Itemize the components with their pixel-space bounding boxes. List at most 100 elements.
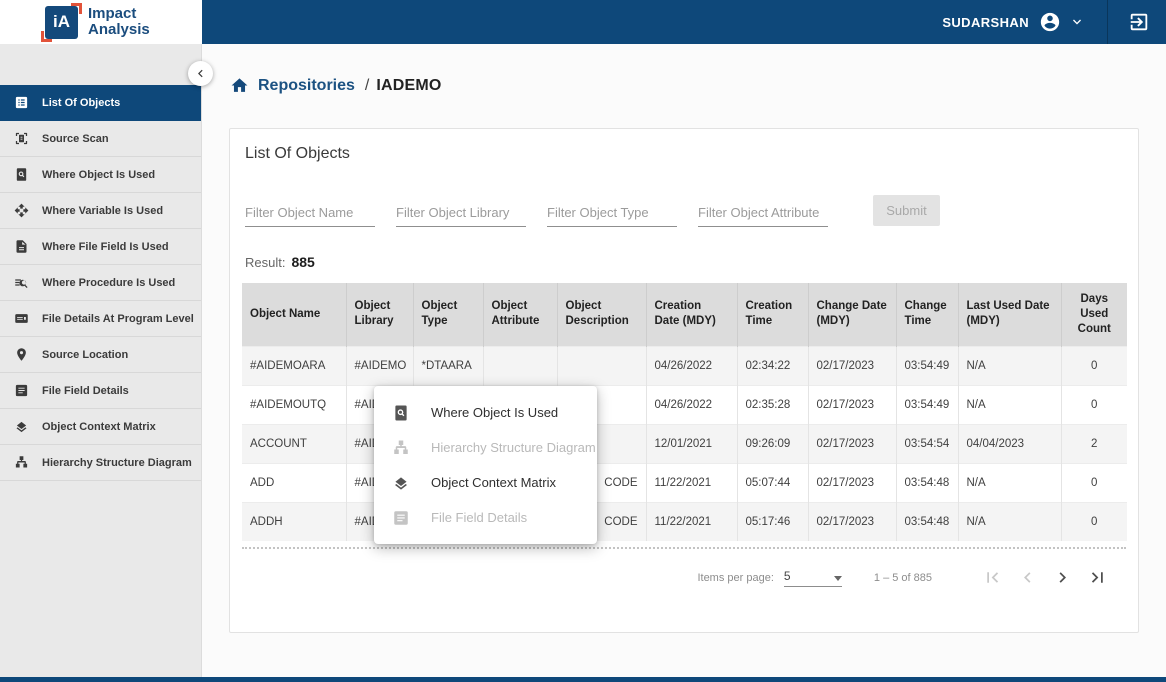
next-page-button[interactable] <box>1052 567 1073 588</box>
scan-icon <box>14 131 29 146</box>
menu-item-label: Hierarchy Structure Diagram <box>431 440 596 455</box>
table-cell: 03:54:49 <box>895 345 958 386</box>
sidebar-item-where-object-is-used[interactable]: Where Object Is Used <box>0 157 201 193</box>
sidebar-item-label: Where Variable Is Used <box>42 204 164 217</box>
sidebar-item-where-file-field-is-used[interactable]: Where File Field Is Used <box>0 229 201 265</box>
table-cell: ADDH <box>242 501 346 542</box>
table-cell: N/A <box>957 384 1061 425</box>
table-cell: N/A <box>957 345 1061 386</box>
menu-item-file-field-details: File Field Details <box>374 500 597 535</box>
sidebar-item-file-field-details[interactable]: File Field Details <box>0 373 201 409</box>
table-row[interactable]: #AIDEMOARA #AIDEMO *DTAARA 04/26/2022 02:34:… <box>242 345 1127 386</box>
location-pin-icon <box>14 347 29 362</box>
sidebar-item-where-variable-is-used[interactable]: Where Variable Is Used <box>0 193 201 229</box>
doc-search-icon <box>14 167 29 182</box>
chevron-down-icon <box>1069 14 1085 30</box>
layers-icon <box>392 474 410 492</box>
layers-icon <box>14 419 29 434</box>
user-menu[interactable]: SUDARSHAN <box>942 11 1085 33</box>
table-cell: 0 <box>1060 345 1127 386</box>
caret-down-icon <box>833 575 842 581</box>
sidebar-item-hierarchy-structure-diagram[interactable]: Hierarchy Structure Diagram <box>0 445 201 481</box>
file-icon <box>14 239 29 254</box>
table-cell: 03:54:48 <box>895 501 958 542</box>
table-cell: ADD <box>242 462 346 503</box>
impact-analysis-app: iA Impact Analysis SUDARSHAN List Of Obj… <box>0 0 1166 682</box>
sidebar-item-file-details-at-program-level[interactable]: File Details At Program Level <box>0 301 201 337</box>
sidebar-item-label: File Field Details <box>42 384 129 397</box>
previous-page-button <box>1017 567 1038 588</box>
table-cell: 2 <box>1060 423 1127 464</box>
filter-object-attribute-input[interactable] <box>698 201 828 227</box>
sidebar-item-label: Hierarchy Structure Diagram <box>42 456 192 469</box>
sidebar-item-label: Where Object Is Used <box>42 168 156 181</box>
last-page-icon <box>1087 567 1108 588</box>
sidebar-item-object-context-matrix[interactable]: Object Context Matrix <box>0 409 201 445</box>
table-cell: 02:34:22 <box>736 345 808 386</box>
filter-object-type-input[interactable] <box>547 201 677 227</box>
table-cell: 12/01/2021 <box>645 423 737 464</box>
sidebar-item-source-location[interactable]: Source Location <box>0 337 201 373</box>
column-header-creation-time: Creation Time <box>736 283 808 347</box>
logout-icon[interactable] <box>1128 11 1150 33</box>
sidebar-item-label: Source Scan <box>42 132 109 145</box>
table-cell: 0 <box>1060 462 1127 503</box>
hierarchy-icon <box>392 439 410 457</box>
app-header: iA Impact Analysis SUDARSHAN <box>0 0 1166 44</box>
menu-item-label: Where Object Is Used <box>431 405 559 420</box>
sidebar-collapse-button[interactable] <box>188 61 213 86</box>
table-cell: 02/17/2023 <box>807 384 896 425</box>
table-cell: 03:54:48 <box>895 462 958 503</box>
column-header-object-description: Object Description <box>556 283 646 347</box>
logo-title-line1: Impact <box>88 5 137 22</box>
sidebar-menu: List Of Objects Source Scan Where Object I… <box>0 85 201 481</box>
sidebar-item-list-of-objects[interactable]: List Of Objects <box>0 85 201 121</box>
submit-button[interactable]: Submit <box>873 195 940 226</box>
column-header-object-name: Object Name <box>242 283 346 347</box>
doc-lines-icon <box>392 509 410 527</box>
table-cell: 04/26/2022 <box>645 345 737 386</box>
sidebar-item-source-scan[interactable]: Source Scan <box>0 121 201 157</box>
sidebar: List Of Objects Source Scan Where Object I… <box>0 44 213 677</box>
home-icon[interactable] <box>230 76 249 95</box>
filter-row: Submit <box>245 195 1138 227</box>
column-header-object-attribute: Object Attribute <box>482 283 557 347</box>
table-cell: *DTAARA <box>412 345 483 386</box>
column-header-creation-date-mdy: Creation Date (MDY) <box>645 283 737 347</box>
table-cell: 05:07:44 <box>736 462 808 503</box>
search-lines-icon <box>14 275 29 290</box>
menu-item-label: File Field Details <box>431 510 528 525</box>
logo-mark-text: iA <box>53 12 70 31</box>
table-cell <box>482 345 557 386</box>
logo-corner-accent <box>71 2 82 14</box>
sidebar-item-where-procedure-is-used[interactable]: Where Procedure Is Used <box>0 265 201 301</box>
column-header-object-type: Object Type <box>412 283 483 347</box>
table-cell: 02/17/2023 <box>807 462 896 503</box>
sidebar-item-label: File Details At Program Level <box>42 312 194 325</box>
logo-title: Impact Analysis <box>88 6 150 38</box>
filter-object-name-input[interactable] <box>245 201 375 227</box>
table-cell <box>556 345 646 386</box>
row-context-menu: Where Object Is Used Hierarchy Structure … <box>374 386 597 544</box>
items-per-page-select[interactable]: 5 <box>783 569 842 587</box>
menu-item-hierarchy-structure-diagram: Hierarchy Structure Diagram <box>374 430 597 465</box>
card-icon <box>14 311 29 326</box>
filter-object-library-input[interactable] <box>396 201 526 227</box>
table-cell: 04/04/2023 <box>957 423 1061 464</box>
table-cell: #AIDEMOARA <box>242 345 346 386</box>
hierarchy-icon <box>14 455 29 470</box>
breadcrumb-repositories-link[interactable]: Repositories <box>258 77 355 95</box>
pagination-controls <box>968 567 1108 588</box>
last-page-button[interactable] <box>1087 567 1108 588</box>
menu-item-where-object-is-used[interactable]: Where Object Is Used <box>374 395 597 430</box>
menu-item-object-context-matrix[interactable]: Object Context Matrix <box>374 465 597 500</box>
table-cell: #AIDEMOUTQ <box>242 384 346 425</box>
sidebar-item-label: Source Location <box>42 348 129 361</box>
pagination: Items per page: 5 1 – 5 of 885 <box>230 567 1108 588</box>
table-cell: N/A <box>957 501 1061 542</box>
result-row: Result: 885 <box>245 254 1138 270</box>
app-logo[interactable]: iA Impact Analysis <box>0 0 202 44</box>
table-cell: 11/22/2021 <box>645 462 737 503</box>
list-of-objects-panel: List Of Objects Submit Result: 885 Object… <box>229 128 1139 633</box>
sidebar-item-label: List Of Objects <box>42 96 121 109</box>
